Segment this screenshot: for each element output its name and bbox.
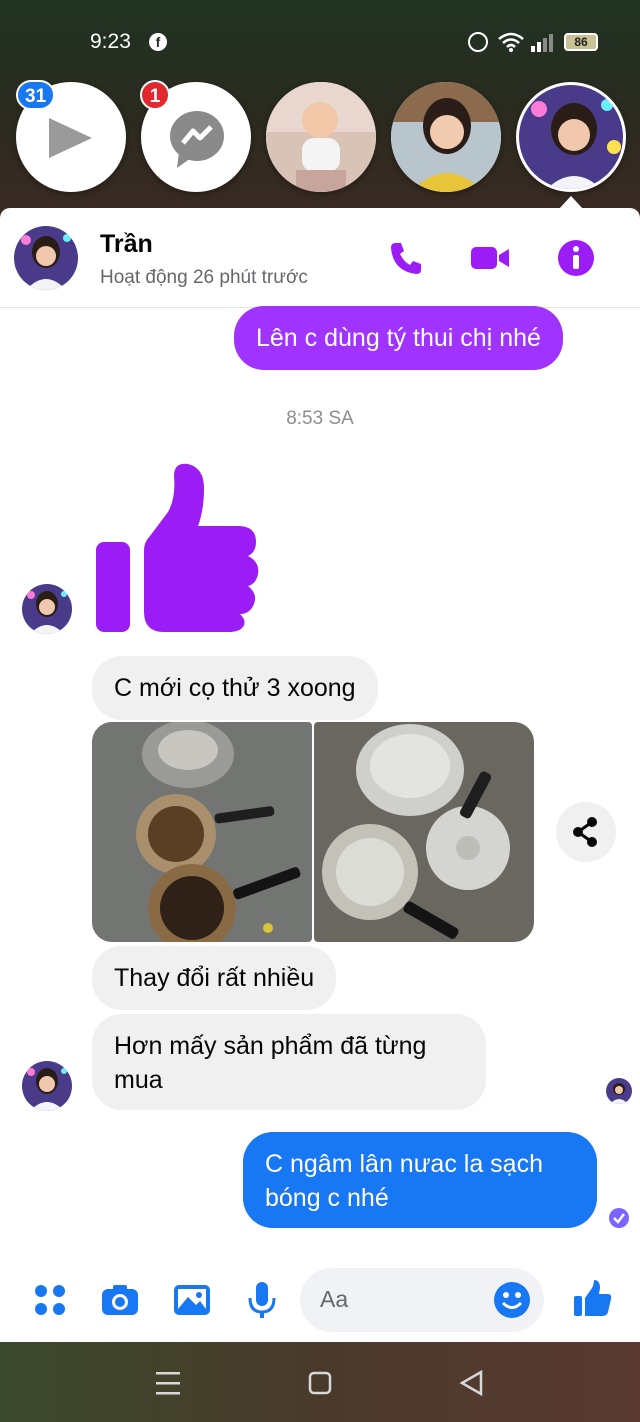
tran-avatar	[14, 226, 78, 290]
thumbs-up-sticker[interactable]	[94, 462, 264, 634]
incoming-message[interactable]: C mới cọ thử 3 xoong	[92, 656, 378, 720]
back-icon[interactable]	[452, 1366, 492, 1400]
signal-icon	[531, 34, 553, 52]
image-icon[interactable]	[172, 1280, 212, 1320]
microphone-icon[interactable]	[242, 1280, 282, 1320]
woman-avatar	[391, 82, 501, 192]
chat-head-woman[interactable]	[391, 82, 501, 192]
message-timestamp: 8:53 SA	[286, 408, 354, 429]
chat-header: Trần Hoạt động 26 phút trước	[0, 208, 640, 308]
battery-icon: 86	[564, 33, 598, 51]
wifi-icon	[498, 32, 524, 52]
pans-before-image	[92, 722, 312, 942]
video-badge: 31	[16, 80, 56, 110]
incoming-message[interactable]: Thay đổi rất nhiều	[92, 946, 337, 1010]
outgoing-message[interactable]: C ngâm lân nưac la sạch bóng c nhé	[243, 1132, 597, 1228]
delivered-check-icon	[609, 1208, 629, 1228]
menu-icon[interactable]	[30, 1280, 70, 1320]
share-button[interactable]	[556, 802, 616, 862]
contact-status: Hoạt động 26 phút trước	[100, 267, 308, 288]
share-icon	[573, 817, 597, 847]
alarm-icon	[468, 32, 488, 52]
photo-pans-dirty[interactable]	[92, 722, 312, 942]
baby-avatar	[266, 82, 376, 192]
status-time: 9:23	[90, 30, 131, 53]
tran-avatar	[606, 1078, 632, 1104]
phone-icon[interactable]	[386, 238, 426, 278]
chat-head-tran[interactable]	[516, 82, 626, 192]
emoji-icon[interactable]	[492, 1280, 532, 1320]
check-icon	[613, 1213, 625, 1224]
chat-panel: Trần Hoạt động 26 phút trước Lên c dùng …	[0, 208, 640, 1342]
tran-avatar	[22, 1061, 72, 1111]
chat-head-baby[interactable]	[266, 82, 376, 192]
info-icon[interactable]	[556, 238, 596, 278]
status-bar: 9:23 f 86	[0, 22, 640, 62]
photo-pans-clean[interactable]	[314, 722, 534, 942]
tran-avatar	[22, 584, 72, 634]
contact-avatar[interactable]	[14, 226, 78, 290]
outgoing-message[interactable]: Lên c dùng tý thui chị nhé	[234, 306, 563, 370]
messenger-badge: 1	[140, 80, 170, 110]
home-icon[interactable]	[300, 1366, 340, 1400]
contact-name[interactable]: Trần	[100, 230, 153, 259]
message-input-placeholder: Aa	[320, 1286, 349, 1312]
recent-apps-icon[interactable]	[148, 1366, 188, 1400]
sender-avatar[interactable]	[22, 1061, 72, 1111]
facebook-icon: f	[149, 33, 167, 51]
read-receipt-avatar	[606, 1078, 632, 1104]
message-composer: Aa	[0, 1260, 640, 1342]
sender-avatar[interactable]	[22, 584, 72, 634]
message-input[interactable]: Aa	[300, 1268, 544, 1332]
camera-icon[interactable]	[100, 1280, 140, 1320]
like-icon[interactable]	[572, 1278, 612, 1318]
video-call-icon[interactable]	[470, 238, 510, 278]
pans-after-image	[314, 722, 534, 942]
incoming-message[interactable]: Hơn mấy sản phẩm đã từng mua	[92, 1014, 486, 1110]
